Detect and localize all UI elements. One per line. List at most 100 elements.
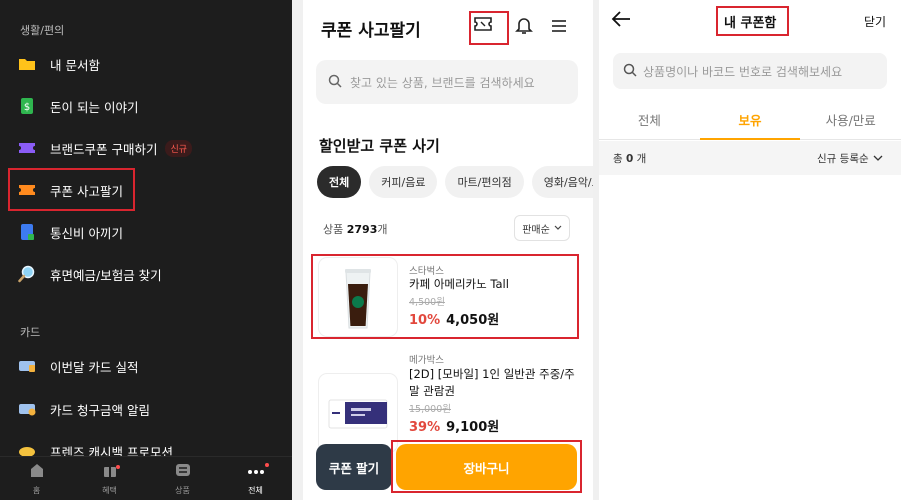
nav-home[interactable]: 홈 xyxy=(0,457,73,500)
nav-products[interactable]: 상품 xyxy=(146,457,219,500)
product-brand: 메가박스 xyxy=(409,355,444,366)
chip-all[interactable]: 전체 xyxy=(317,166,362,198)
menu-item-card-bill[interactable]: 카드 청구금액 알림 xyxy=(18,397,150,421)
product-name: [2D] [모바일] 1인 일반관 주중/주말 관람권 xyxy=(409,367,575,398)
notification-dot xyxy=(116,465,120,469)
nav-benefits[interactable]: 혜택 xyxy=(73,457,146,500)
category-chips: 전체 커피/음료 마트/편의점 영화/음악/도서 xyxy=(317,166,593,198)
nav-all[interactable]: 전체 xyxy=(219,457,292,500)
discount-rate: 10% xyxy=(409,313,441,328)
search-icon xyxy=(623,62,637,81)
product-item[interactable]: 스타벅스 카페 아메리카노 Tall 4,500원 10% 4,050원 xyxy=(317,258,577,338)
menu-item-money-story[interactable]: $ 돈이 되는 이야기 xyxy=(18,94,138,118)
chip-coffee[interactable]: 커피/음료 xyxy=(369,166,438,198)
search-input[interactable]: 상품명이나 바코드 번호로 검색해보세요 xyxy=(613,53,887,89)
page-title: 쿠폰 사고팔기 xyxy=(321,21,421,41)
total-suffix: 개 xyxy=(636,153,647,165)
product-item[interactable]: 메가박스 [2D] [모바일] 1인 일반관 주중/주말 관람권 15,000원… xyxy=(317,352,577,452)
chip-movie[interactable]: 영화/음악/도서 xyxy=(531,166,593,198)
more-dots-icon xyxy=(247,462,265,482)
sale-price: 9,100원 xyxy=(446,420,500,435)
section-title: 할인받고 쿠폰 사기 xyxy=(319,137,440,155)
sale-price: 4,050원 xyxy=(446,313,500,328)
tab-all[interactable]: 전체 xyxy=(599,100,700,139)
notification-dot xyxy=(265,463,269,467)
count-prefix: 상품 xyxy=(323,223,344,236)
price-row: 10% 4,050원 xyxy=(409,309,499,328)
chevron-down-icon xyxy=(554,223,562,234)
sort-label: 신규 등록순 xyxy=(817,153,869,165)
sort-dropdown[interactable]: 신규 등록순 xyxy=(817,151,883,166)
coupon-trade-panel: 쿠폰 사고팔기 찾고 있는 상품, 브랜드를 검색하세요 할인받고 쿠폰 사기 … xyxy=(303,0,593,500)
tab-used-expired[interactable]: 사용/만료 xyxy=(800,100,901,139)
menu-item-label: 카드 청구금액 알림 xyxy=(50,402,150,418)
menu-item-label: 쿠폰 사고팔기 xyxy=(50,183,123,199)
menu-item-label: 통신비 아끼기 xyxy=(50,225,123,241)
count-suffix: 개 xyxy=(377,223,388,236)
panel-divider xyxy=(292,0,303,500)
count-value: 2793 xyxy=(346,223,378,236)
nav-label: 혜택 xyxy=(102,485,117,495)
original-price: 15,000원 xyxy=(409,404,451,415)
menu-item-phone-bill[interactable]: 통신비 아끼기 xyxy=(18,220,123,244)
bottom-nav: 홈 혜택 상품 전체 xyxy=(0,456,292,500)
menu-item-brand-coupon[interactable]: 브랜드쿠폰 구매하기 신규 xyxy=(18,136,193,160)
discount-rate: 39% xyxy=(409,420,441,435)
menu-item-coupon-trade[interactable]: 쿠폰 사고팔기 xyxy=(18,178,123,202)
phone-bill-icon xyxy=(18,223,36,241)
page-title: 내 쿠폰함 xyxy=(724,16,777,31)
sort-label: 판매순 xyxy=(522,224,550,236)
search-placeholder: 상품명이나 바코드 번호로 검색해보세요 xyxy=(643,64,843,79)
menu-item-dormant-deposit[interactable]: 휴면예금/보험금 찾기 xyxy=(18,262,162,286)
menu-item-card-performance[interactable]: 이번달 카드 실적 xyxy=(18,354,138,378)
menu-item-label: 돈이 되는 이야기 xyxy=(50,99,139,115)
nav-label: 상품 xyxy=(175,485,190,495)
menu-item-label: 브랜드쿠폰 구매하기 xyxy=(50,141,158,157)
nav-label: 전체 xyxy=(248,485,263,495)
menu-item-label: 휴면예금/보험금 찾기 xyxy=(50,267,162,283)
home-icon xyxy=(29,462,45,482)
chevron-down-icon xyxy=(873,153,883,165)
card-chart-icon xyxy=(18,357,36,375)
money-note-icon: $ xyxy=(18,97,36,115)
menu-item-label: 내 문서함 xyxy=(50,57,100,73)
product-name: 카페 아메리카노 Tall xyxy=(409,277,509,291)
total-value: 0 xyxy=(626,153,634,165)
back-arrow-icon[interactable] xyxy=(611,10,631,32)
svg-text:$: $ xyxy=(24,102,30,113)
sort-dropdown[interactable]: 판매순 xyxy=(514,215,570,241)
coupon-box-icon[interactable] xyxy=(473,15,493,37)
menu-item-documents[interactable]: 내 문서함 xyxy=(18,52,100,76)
my-coupon-box-panel: 내 쿠폰함 닫기 상품명이나 바코드 번호로 검색해보세요 전체 보유 사용/만… xyxy=(599,0,901,500)
search-icon xyxy=(328,73,342,92)
orange-coupon-icon xyxy=(18,181,36,199)
section-title-life: 생활/편의 xyxy=(20,24,65,37)
purple-coupon-icon xyxy=(18,139,36,157)
new-badge: 신규 xyxy=(165,139,193,157)
section-title-card: 카드 xyxy=(20,326,41,339)
tab-owned[interactable]: 보유 xyxy=(699,100,801,140)
total-count: 총 0 개 xyxy=(613,151,646,166)
bell-icon[interactable] xyxy=(515,15,533,39)
gift-icon xyxy=(102,462,118,482)
menu-panel: 생활/편의 내 문서함 $ 돈이 되는 이야기 브랜드쿠폰 구매하기 신규 쿠폰… xyxy=(0,0,292,500)
nav-label: 홈 xyxy=(32,485,41,495)
cart-button[interactable]: 장바구니 xyxy=(396,444,577,490)
product-image xyxy=(319,258,397,336)
folder-icon xyxy=(18,55,36,73)
magnifier-icon xyxy=(18,265,36,283)
search-input[interactable]: 찾고 있는 상품, 브랜드를 검색하세요 xyxy=(316,60,578,104)
price-row: 39% 9,100원 xyxy=(409,416,499,435)
sell-coupon-button[interactable]: 쿠폰 팔기 xyxy=(316,444,392,490)
products-icon xyxy=(175,462,191,482)
list-header: 총 0 개 신규 등록순 xyxy=(599,141,901,175)
menu-icon[interactable] xyxy=(551,18,567,37)
coupon-tabs: 전체 보유 사용/만료 xyxy=(599,100,901,140)
chip-mart[interactable]: 마트/편의점 xyxy=(445,166,524,198)
card-bill-icon xyxy=(18,400,36,418)
close-button[interactable]: 닫기 xyxy=(864,13,886,30)
original-price: 4,500원 xyxy=(409,297,445,308)
product-count: 상품 2793개 xyxy=(323,221,388,237)
search-placeholder: 찾고 있는 상품, 브랜드를 검색하세요 xyxy=(350,75,535,90)
product-brand: 스타벅스 xyxy=(409,266,444,277)
